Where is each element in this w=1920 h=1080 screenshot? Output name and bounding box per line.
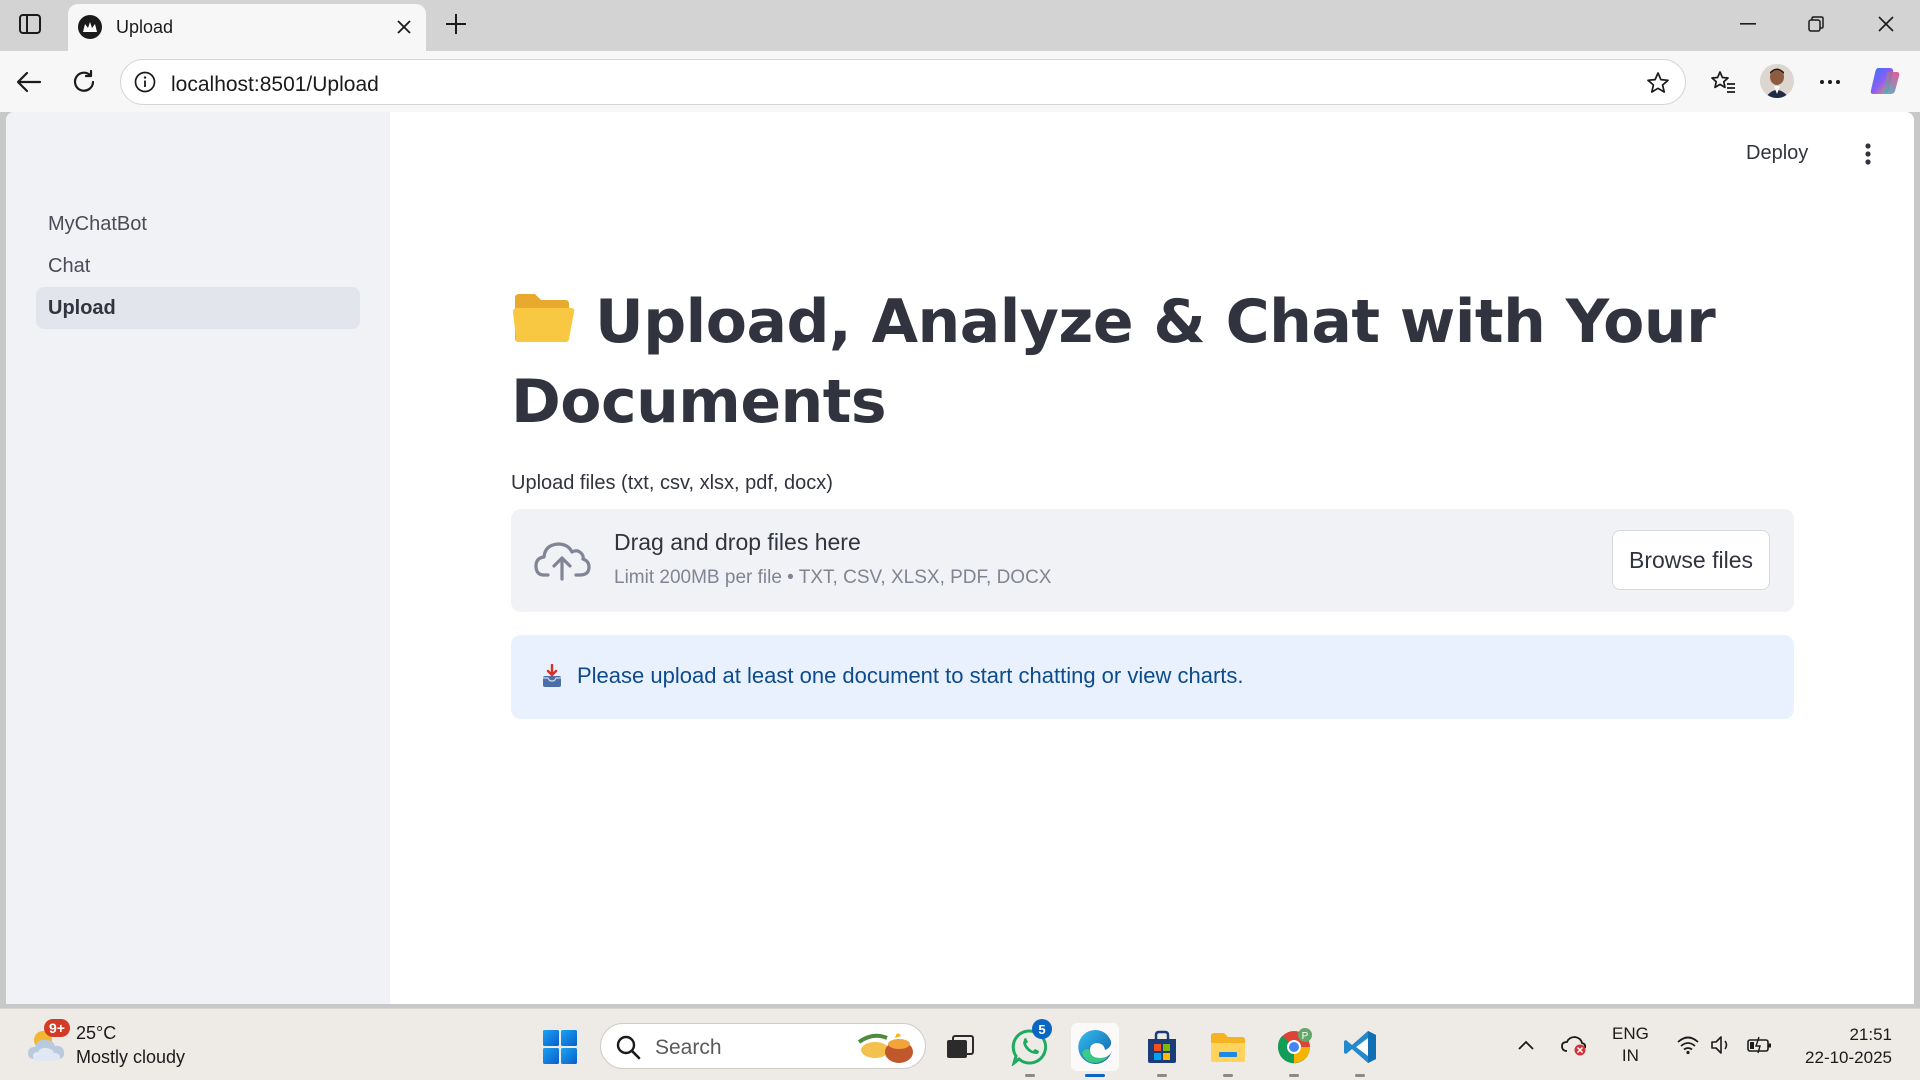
- file-dropzone[interactable]: Drag and drop files here Limit 200MB per…: [511, 509, 1794, 612]
- running-indicator: [1223, 1074, 1233, 1077]
- favorite-star-icon[interactable]: [1645, 70, 1671, 96]
- cloud-sync-error-icon[interactable]: [1560, 1031, 1588, 1059]
- svg-text:P: P: [1302, 1031, 1309, 1042]
- browser-tab-strip: Upload: [0, 0, 1920, 51]
- taskbar-app-file-explorer[interactable]: [1204, 1023, 1252, 1077]
- page-viewport: MyChatBot Chat Upload Deploy Upload, Ana…: [6, 112, 1914, 1004]
- sidebar-item-upload[interactable]: Upload: [36, 287, 360, 329]
- cloud-upload-icon: [534, 542, 591, 581]
- taskbar-app-whatsapp[interactable]: 5: [1006, 1019, 1054, 1077]
- windows-start-icon[interactable]: [542, 1029, 578, 1065]
- back-arrow-icon[interactable]: [12, 65, 46, 99]
- taskbar-app-edge[interactable]: [1071, 1023, 1119, 1077]
- running-indicator: [1289, 1074, 1299, 1077]
- system-clock[interactable]: 21:51 22-10-2025: [1796, 1023, 1892, 1069]
- dropzone-title: Drag and drop files here: [614, 529, 861, 555]
- sidebar-item-chat[interactable]: Chat: [36, 245, 360, 287]
- site-info-icon[interactable]: [133, 70, 157, 94]
- wifi-icon[interactable]: [1674, 1031, 1702, 1059]
- address-bar[interactable]: localhost:8501/Upload: [120, 59, 1686, 105]
- info-alert: Please upload at least one document to s…: [511, 635, 1794, 719]
- browser-tab-upload[interactable]: Upload: [68, 4, 426, 51]
- minimize-icon[interactable]: [1724, 6, 1772, 42]
- search-highlight-icon: [857, 1033, 913, 1063]
- weather-badge: 9+: [44, 1019, 70, 1037]
- deploy-button[interactable]: Deploy: [1746, 142, 1808, 165]
- chrome-icon: P: [1278, 1028, 1312, 1064]
- battery-charging-icon[interactable]: [1746, 1031, 1774, 1059]
- language-indicator[interactable]: ENG IN: [1612, 1023, 1649, 1067]
- language-region: IN: [1621, 1046, 1639, 1065]
- search-placeholder: Search: [655, 1036, 722, 1059]
- profile-avatar[interactable]: [1760, 64, 1794, 98]
- new-tab-icon[interactable]: [440, 10, 472, 38]
- taskbar-app-taskview[interactable]: [936, 1023, 984, 1071]
- weather-condition: Mostly cloudy: [76, 1047, 186, 1067]
- tab-title: Upload: [116, 17, 174, 37]
- volume-icon[interactable]: [1708, 1031, 1736, 1059]
- page-title: Upload, Analyze & Chat with Your Documen…: [511, 282, 1811, 442]
- sidebar-item-label: Upload: [48, 296, 116, 319]
- favorites-icon[interactable]: [1706, 65, 1740, 99]
- inbox-tray-icon: [543, 664, 561, 687]
- taskbar-app-vscode[interactable]: [1336, 1023, 1384, 1077]
- more-options-icon[interactable]: [1813, 65, 1847, 99]
- sidebar-item-mychatbot[interactable]: MyChatBot: [36, 203, 360, 245]
- refresh-icon[interactable]: [67, 65, 101, 99]
- vscode-icon: [1344, 1031, 1376, 1063]
- weather-temperature: 25°C: [76, 1023, 117, 1043]
- running-indicator: [1025, 1074, 1035, 1077]
- sidebar: MyChatBot Chat Upload: [6, 112, 390, 1004]
- clock-time: 21:51: [1849, 1025, 1892, 1044]
- main-menu-icon[interactable]: [1856, 138, 1880, 170]
- running-indicator: [1157, 1074, 1167, 1077]
- url-text: localhost:8501/Upload: [171, 73, 379, 96]
- search-icon: [616, 1035, 641, 1060]
- close-tab-icon[interactable]: [392, 15, 416, 39]
- browse-files-button[interactable]: Browse files: [1612, 530, 1770, 590]
- sidebar-item-label: MyChatBot: [48, 212, 147, 235]
- language-code: ENG: [1612, 1024, 1649, 1043]
- show-hidden-icons-chevron-icon[interactable]: [1512, 1031, 1540, 1059]
- taskbar-search-box[interactable]: Search: [600, 1023, 926, 1069]
- edge-icon: [1078, 1030, 1112, 1064]
- copilot-icon[interactable]: [1868, 64, 1902, 98]
- upload-label: Upload files (txt, csv, xlsx, pdf, docx): [511, 472, 833, 494]
- page-title-text: Upload, Analyze & Chat with Your Documen…: [511, 287, 1716, 437]
- open-folder-icon: [513, 294, 575, 342]
- restore-icon[interactable]: [1792, 6, 1840, 42]
- taskbar-app-store[interactable]: [1138, 1023, 1186, 1077]
- browser-toolbar: localhost:8501/Upload: [0, 51, 1920, 112]
- streamlit-favicon-icon: [78, 15, 102, 39]
- dropzone-limit-text: Limit 200MB per file • TXT, CSV, XLSX, P…: [614, 567, 1052, 588]
- taskbar-app-chrome[interactable]: P: [1270, 1023, 1318, 1077]
- running-indicator: [1085, 1074, 1105, 1077]
- task-view-icon: [947, 1035, 974, 1058]
- tab-actions-icon[interactable]: [14, 10, 46, 38]
- whatsapp-badge: 5: [1032, 1019, 1052, 1039]
- taskbar: 9+ 25°C Mostly cloudy Search 5 P ENG IN …: [0, 1008, 1920, 1080]
- info-message: Please upload at least one document to s…: [577, 663, 1244, 688]
- clock-date: 22-10-2025: [1805, 1048, 1892, 1067]
- close-window-icon[interactable]: [1862, 6, 1910, 42]
- running-indicator: [1355, 1074, 1365, 1077]
- file-explorer-icon: [1211, 1033, 1245, 1062]
- microsoft-store-icon: [1148, 1030, 1176, 1063]
- sidebar-item-label: Chat: [48, 254, 91, 277]
